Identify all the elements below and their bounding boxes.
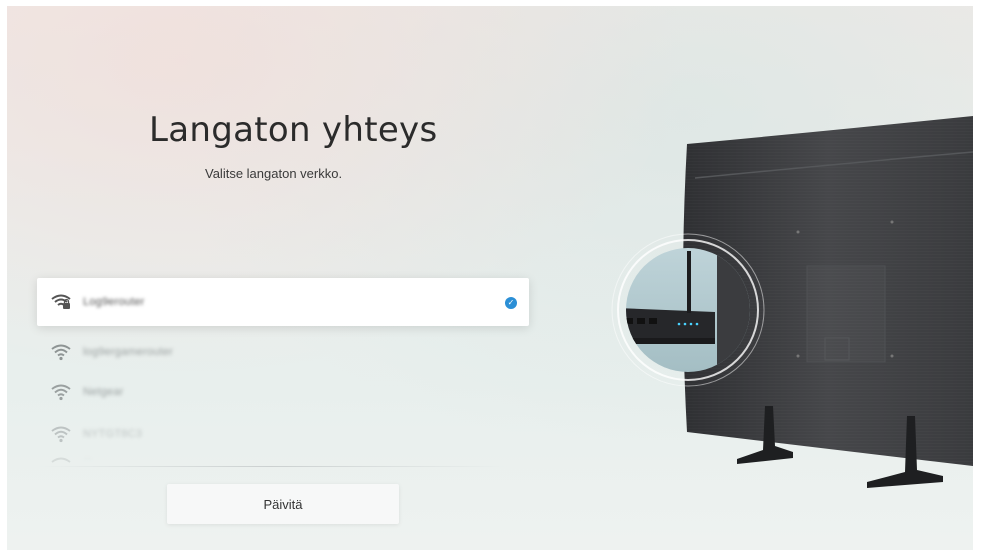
wifi-locked-icon: [51, 294, 71, 309]
page-subtitle: Valitse langaton verkko.: [205, 166, 343, 181]
network-name: ...: [83, 450, 93, 462]
tv-illustration: [611, 116, 973, 488]
wifi-icon: [51, 384, 71, 401]
check-icon: ✓: [505, 297, 517, 309]
network-name: Log9erouter: [83, 296, 145, 308]
network-name: NYTGT8C3: [83, 428, 143, 440]
network-item[interactable]: ...: [37, 448, 529, 468]
network-item[interactable]: Netgear: [37, 368, 529, 416]
wifi-network-list: Log9erouter ✓ log9ergamerouter Netgear N…: [37, 278, 529, 478]
wifi-icon: [51, 344, 71, 361]
tv-setup-screen: Langaton yhteys Valitse langaton verkko.…: [7, 6, 973, 550]
wifi-icon: [51, 426, 71, 443]
network-item-selected[interactable]: Log9erouter ✓: [37, 278, 529, 326]
network-name: Netgear: [83, 386, 124, 398]
refresh-button[interactable]: Päivitä: [167, 484, 399, 524]
network-name: log9ergamerouter: [83, 346, 174, 358]
list-divider: [37, 466, 507, 467]
